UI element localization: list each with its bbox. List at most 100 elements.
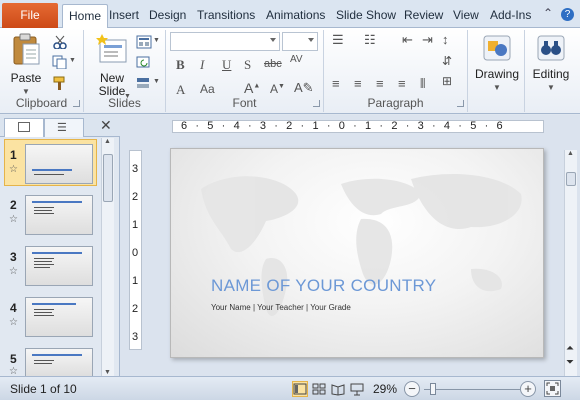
columns-icon[interactable]: ⫴ [420,76,425,92]
zoom-out-button[interactable]: − [404,381,420,397]
shrink-font-icon[interactable]: A▼ [270,82,285,96]
align-center-icon[interactable]: ≡ [354,76,362,91]
shadow-icon[interactable]: S [244,57,251,73]
paragraph-launcher-icon[interactable] [457,100,464,107]
editor-scrollbar[interactable]: ▲ ⏶ ⏷ [564,150,577,376]
animation-star-icon: ☆ [9,317,18,328]
font-launcher-icon[interactable] [313,100,320,107]
slide-sorter-button[interactable] [311,381,327,397]
section-icon[interactable] [136,76,152,90]
bullets-icon[interactable]: ☰ [332,32,344,48]
minimize-ribbon-icon[interactable]: ⌃? [543,6,574,21]
cut-icon[interactable] [52,35,68,49]
line-spacing-icon[interactable]: ↕ [442,32,449,47]
outline-tab[interactable]: ☰ [44,118,84,137]
drawing-button[interactable]: Drawing ▼ [472,34,522,94]
tab-insert[interactable]: Insert [103,4,145,28]
slide-canvas[interactable]: NAME OF YOUR COUNTRY Your Name | Your Te… [170,148,544,358]
scroll-up-icon[interactable]: ▲ [104,138,111,145]
thumb-number: 1 [10,148,17,162]
font-name-combo[interactable] [170,32,280,51]
next-slide-icon[interactable]: ⏷ [566,357,574,368]
slide-subtitle[interactable]: Your Name | Your Teacher | Your Grade [211,303,351,312]
vruler-mark: 1 [132,275,139,287]
format-painter-icon[interactable] [52,76,68,90]
tab-home[interactable]: Home [62,4,109,29]
ruler-marks: 6 · 5 · 4 · 3 · 2 · 1 · 0 · 1 · 2 · 3 · … [181,120,506,132]
grow-font-icon[interactable]: A▲ [244,80,260,96]
font-name-dropdown-icon[interactable] [270,38,276,42]
increase-indent-icon[interactable]: ⇥ [422,32,433,48]
font-size-combo[interactable] [282,32,318,51]
vruler-mark: 2 [132,191,139,203]
editing-button[interactable]: Editing ▼ [527,34,575,94]
tab-add-ins[interactable]: Add-Ins [484,4,537,28]
normal-view-button[interactable] [292,381,308,397]
character-spacing-icon[interactable]: AV [290,54,303,65]
outline-tab-icon: ☰ [57,122,67,134]
slide-title[interactable]: NAME OF YOUR COUNTRY [211,276,436,296]
font-size-dropdown-icon[interactable] [308,38,314,42]
slides-tab[interactable] [4,118,44,137]
italic-icon[interactable]: I [200,57,204,73]
zoom-slider-thumb[interactable] [430,383,436,395]
underline-icon[interactable]: U [222,57,231,73]
bold-icon[interactable]: B [176,57,185,73]
fit-to-window-button[interactable] [544,380,561,397]
close-pane-icon[interactable]: ✕ [100,117,112,134]
numbering-icon[interactable]: ☷ [364,32,376,48]
help-icon[interactable]: ? [561,8,574,21]
tab-slide-show[interactable]: Slide Show [330,4,402,28]
tab-design[interactable]: Design [143,4,192,28]
zoom-slider-track[interactable] [424,389,520,390]
scroll-up-icon[interactable]: ▲ [567,150,574,157]
align-left-icon[interactable]: ≡ [332,76,340,91]
animation-star-icon: ☆ [9,164,18,175]
horizontal-ruler: 6 · 5 · 4 · 3 · 2 · 1 · 0 · 1 · 2 · 3 · … [172,120,544,133]
zoom-in-button[interactable]: + [520,381,536,397]
reset-icon[interactable] [136,55,152,69]
slide-show-button[interactable] [349,381,365,397]
animation-star-icon: ☆ [9,266,18,277]
slides-pane-scrollbar[interactable]: ▲ ▼ [101,138,114,376]
minus-icon: − [408,381,416,396]
paste-button[interactable]: Paste ▼ [6,32,46,98]
copy-dropdown-icon[interactable]: ▼ [69,57,76,64]
justify-icon[interactable]: ≡ [398,76,406,91]
thumb-number: 4 [10,301,17,315]
layout-dropdown-icon[interactable]: ▼ [153,37,160,44]
new-slide-button[interactable]: New Slide [90,32,134,98]
file-tab[interactable]: File [2,3,58,28]
scrollbar-thumb[interactable] [566,172,576,186]
section-dropdown-icon[interactable]: ▼ [153,78,160,85]
previous-slide-icon[interactable]: ⏶ [566,343,574,354]
align-text-icon[interactable]: ⊞ [442,74,452,88]
copy-icon[interactable] [52,55,68,69]
text-direction-icon[interactable]: ⇵ [442,54,452,68]
new-slide-icon [96,34,127,63]
fit-window-icon [546,382,559,395]
align-right-icon[interactable]: ≡ [376,76,384,91]
zoom-level[interactable]: 29% [373,382,397,396]
change-case-icon[interactable]: Aa [200,82,215,96]
tab-view[interactable]: View [447,4,485,28]
clear-formatting-icon[interactable]: A✎ [294,80,314,96]
scrollbar-thumb[interactable] [103,154,113,202]
animation-star-icon: ☆ [9,214,18,225]
drawing-dropdown-icon[interactable]: ▼ [472,81,522,94]
thumb-number: 3 [10,250,17,264]
plus-icon: + [524,381,532,396]
strikethrough-icon[interactable]: abc [264,58,282,70]
clipboard-launcher-icon[interactable] [73,100,80,107]
tab-animations[interactable]: Animations [260,4,331,28]
pane-tabs: ☰ ✕ [0,115,120,137]
tab-transitions[interactable]: Transitions [191,4,261,28]
tab-review[interactable]: Review [398,4,449,28]
editing-dropdown-icon[interactable]: ▼ [527,81,575,94]
layout-icon[interactable] [136,35,152,49]
scroll-down-icon[interactable]: ▼ [104,369,111,376]
reading-view-button[interactable] [330,381,346,397]
vruler-mark: 3 [132,331,139,343]
font-group: B I U S abc AV A Aa A▲ A▼ A✎ Font [166,30,324,112]
decrease-indent-icon[interactable]: ⇤ [402,32,413,48]
